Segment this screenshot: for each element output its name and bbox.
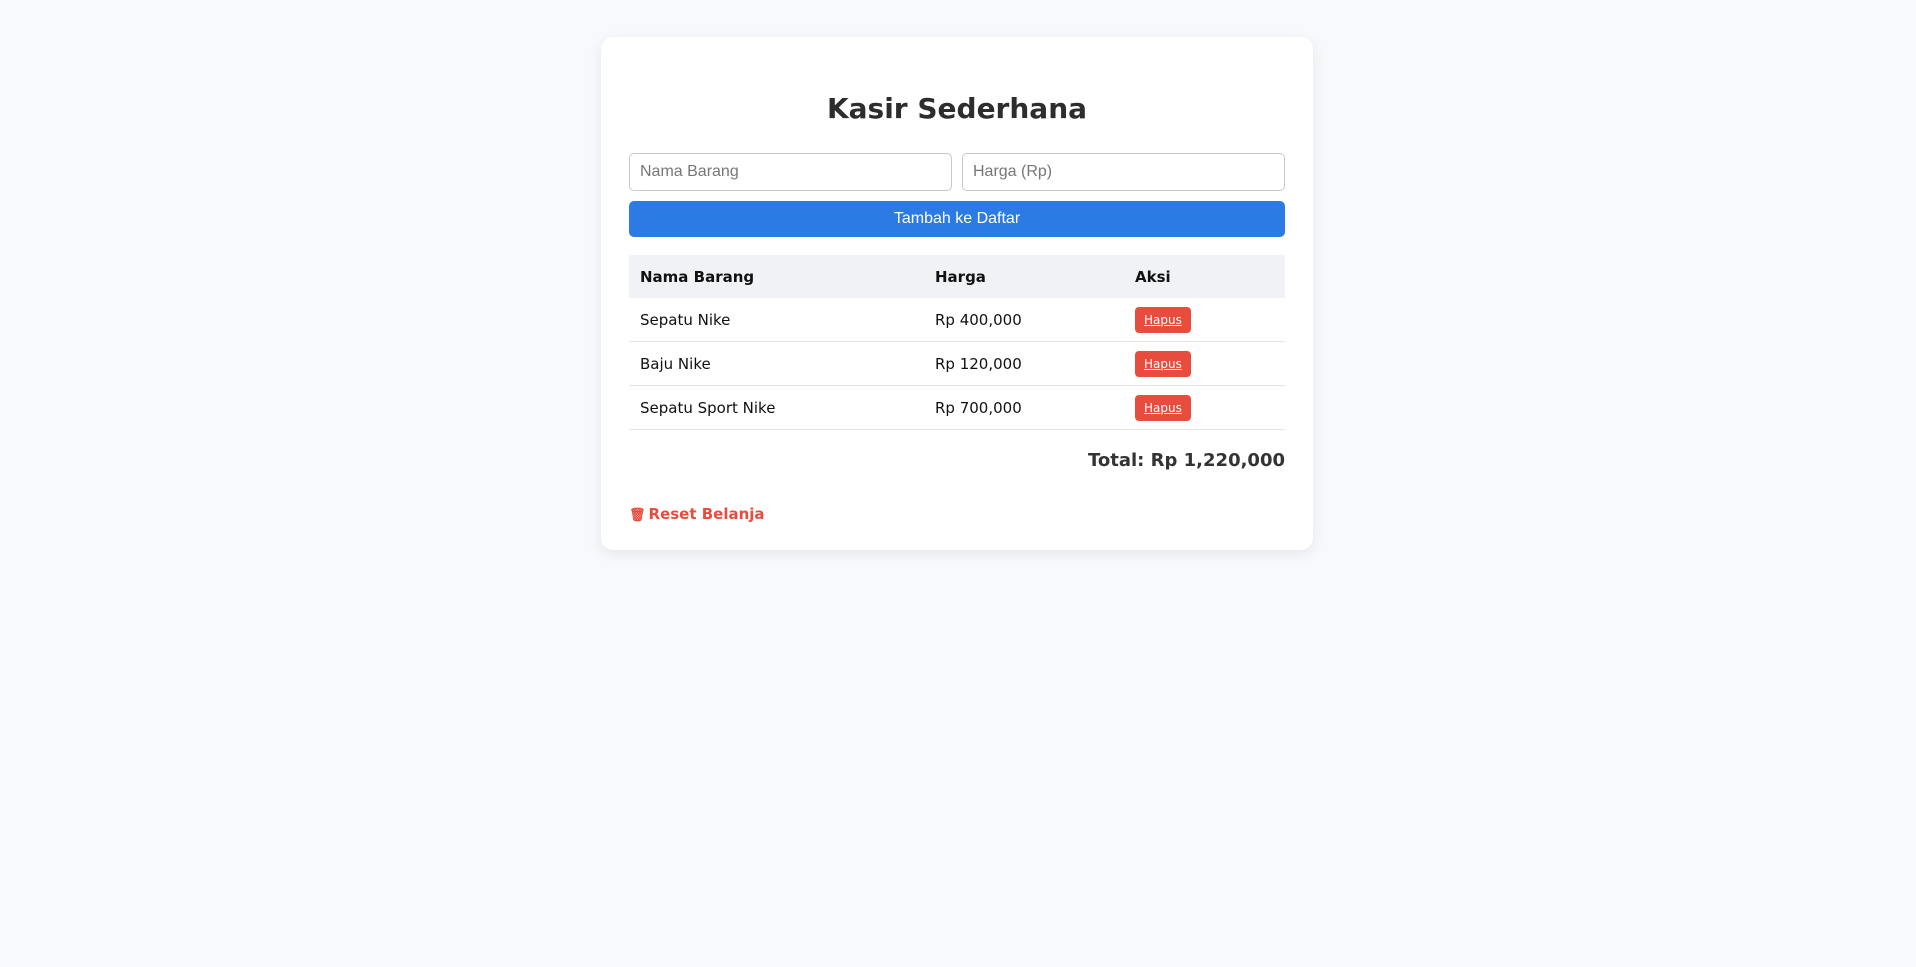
cashier-card: Kasir Sederhana Tambah ke Daftar Nama Ba…	[601, 37, 1313, 550]
header-price: Harga	[935, 267, 986, 286]
row-action-cell: Hapus	[1124, 385, 1285, 430]
row-item-name: Sepatu Nike	[629, 298, 924, 342]
row-action-cell: Hapus	[1124, 298, 1285, 342]
table-row: Sepatu Nike Rp 400,000 Hapus	[629, 298, 1285, 342]
row-item-name: Baju Nike	[629, 341, 924, 386]
header-action: Aksi	[1135, 267, 1171, 286]
header-item-name: Nama Barang	[640, 267, 755, 286]
total-amount: Total: Rp 1,220,000	[1088, 450, 1285, 471]
delete-button[interactable]: Hapus	[1135, 350, 1191, 377]
row-item-name: Sepatu Sport Nike	[629, 385, 924, 430]
row-item-price: Rp 400,000	[924, 298, 1124, 342]
item-form	[629, 153, 1285, 191]
item-price-input[interactable]	[962, 153, 1285, 191]
item-name-input[interactable]	[629, 153, 952, 191]
delete-button[interactable]: Hapus	[1135, 394, 1191, 421]
delete-button[interactable]: Hapus	[1135, 306, 1191, 333]
table-header-row: Nama Barang Harga Aksi	[629, 255, 1285, 298]
reset-cart-link[interactable]: 🗑 Reset Belanja	[629, 505, 765, 523]
row-item-price: Rp 700,000	[924, 385, 1124, 430]
add-to-list-button[interactable]: Tambah ke Daftar	[629, 201, 1285, 237]
trash-icon: 🗑	[629, 508, 646, 523]
row-item-price: Rp 120,000	[924, 341, 1124, 386]
table-row: Baju Nike Rp 120,000 Hapus	[629, 341, 1285, 386]
table-row: Sepatu Sport Nike Rp 700,000 Hapus	[629, 385, 1285, 430]
row-action-cell: Hapus	[1124, 341, 1285, 386]
page-title: Kasir Sederhana	[826, 92, 1088, 125]
reset-cart-label: Reset Belanja	[648, 505, 765, 523]
cart-table: Nama Barang Harga Aksi Sepatu Nike Rp 40…	[629, 255, 1285, 430]
